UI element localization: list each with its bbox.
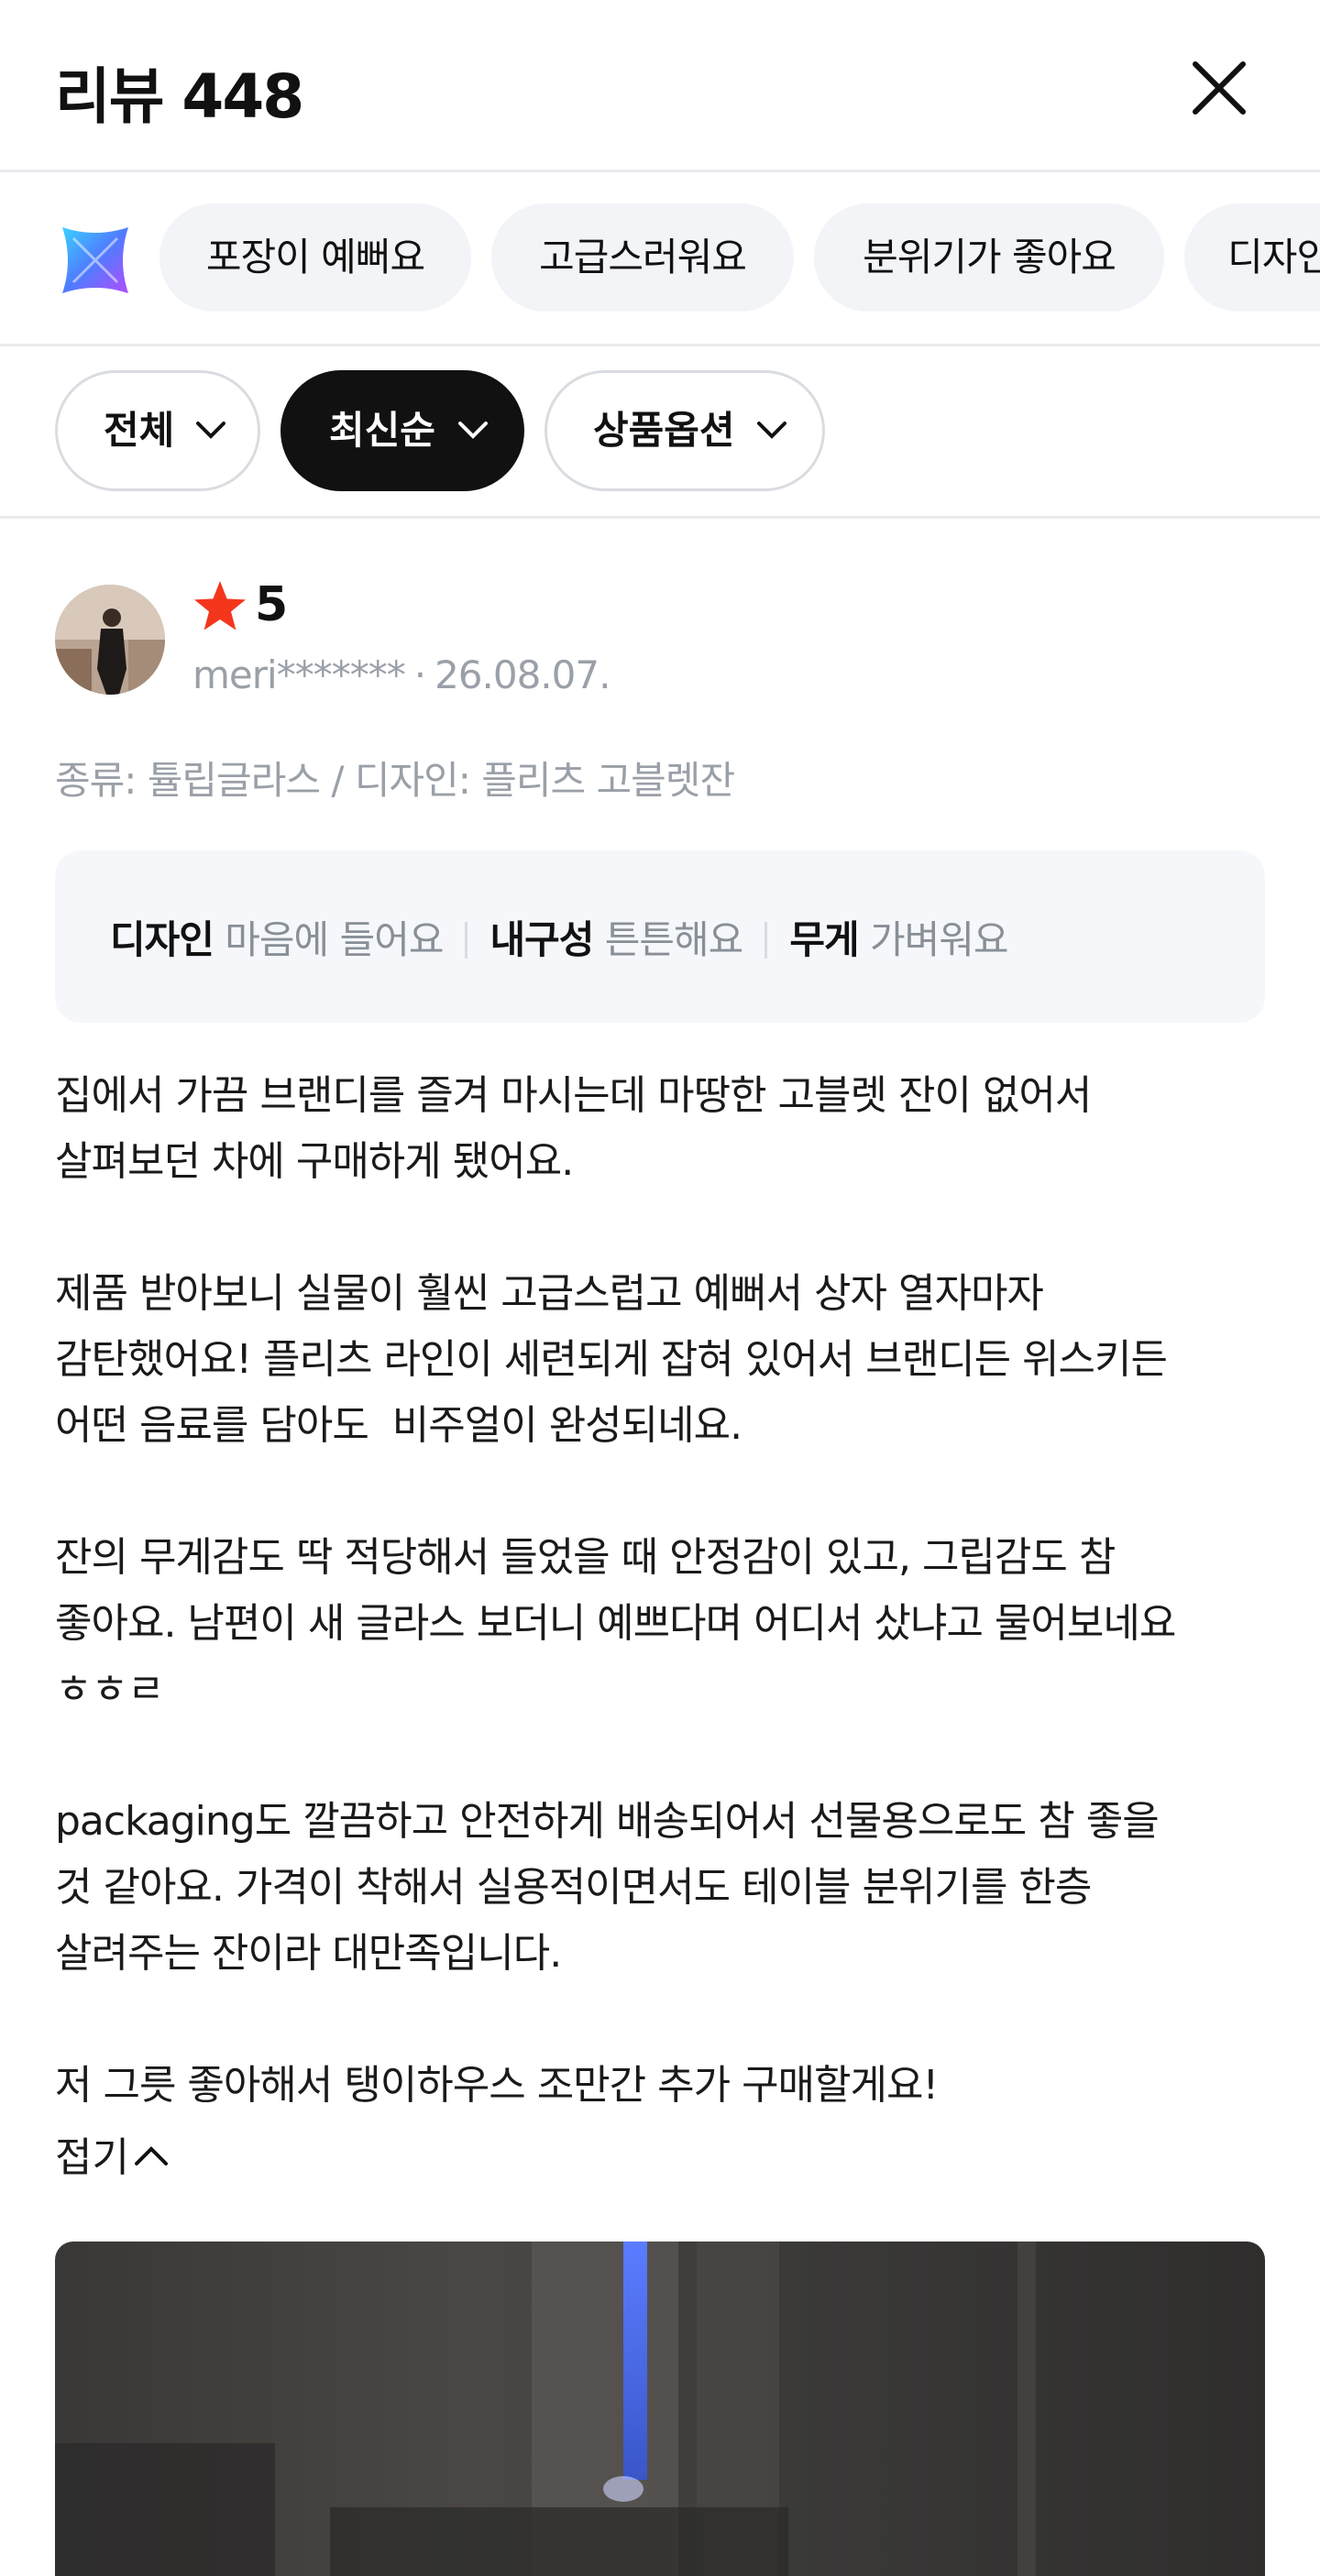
star-icon [194,581,246,630]
review-body: 집에서 가끔 브랜디를 즐겨 마시는데 마땅한 고블렛 잔이 없어서 살펴보던 … [55,1063,1283,2119]
attribute-value: 가벼워요 [869,917,1009,962]
close-icon[interactable] [1182,51,1256,125]
filter-label: 전체 [104,408,175,453]
paragraph-spacer [55,1723,1283,1789]
chevron-down-icon [458,422,488,439]
attribute-summary: 디자인 마음에 들어요 내구성 튼튼해요 무게 가벼워요 [55,850,1265,1023]
filter-all-dropdown[interactable]: 전체 [55,370,260,491]
review-paragraph: 저 그릇 좋아해서 탱이하우스 조만간 추가 구매할게요! [55,2062,939,2109]
fold-label: 접기 [55,2134,129,2181]
attribute-name: 디자인 [110,917,214,962]
purchased-option: 종류: 튤립글라스 / 디자인: 플리츠 고블렛잔 [55,758,735,803]
paragraph-spacer [55,1987,1283,2053]
attribute-value: 마음에 들어요 [225,917,444,962]
attribute-name: 무게 [789,917,859,962]
review-paragraph: 집에서 가끔 브랜디를 즐겨 마시는데 마땅한 고블렛 잔이 없어서 살펴보던 … [55,1072,1092,1185]
filter-bar: 전체 최신순 상품옵션 [0,346,1320,519]
filter-label: 최신순 [329,408,435,453]
page-title: 리뷰 448 [55,61,304,132]
header: 리뷰 448 [0,0,1320,172]
filter-label: 상품옵션 [593,408,735,453]
review-paragraph: 잔의 무게감도 딱 적당해서 들었을 때 안정감이 있고, 그립감도 참 좋아요… [55,1534,1176,1713]
avatar [55,585,165,695]
divider [764,922,768,959]
review-paragraph: 제품 받아보니 실물이 훨씬 고급스럽고 예뻐서 상자 열자마자 감탄했어요! … [55,1270,1168,1449]
chevron-up-icon [134,2146,168,2165]
paragraph-spacer [55,1459,1283,1525]
keyword-chip-bar: 포장이 예뻐요 고급스러워요 분위기가 좋아요 디자인이 예뻐요 [0,172,1320,346]
keyword-chip[interactable]: 포장이 예뻐요 [160,203,471,312]
chevron-down-icon [196,422,226,439]
divider [465,922,468,959]
chevron-down-icon [757,422,786,439]
filter-sort-dropdown[interactable]: 최신순 [280,370,524,491]
reviewer-name: meri******* [192,652,406,697]
ai-sparkle-icon [62,227,128,293]
filter-option-dropdown[interactable]: 상품옵션 [544,370,825,491]
review-date: 26.08.07. [434,652,610,697]
paragraph-spacer [55,1195,1283,1261]
rating-value: 5 [255,577,289,632]
keyword-chip[interactable]: 분위기가 좋아요 [814,203,1164,312]
review-meta: meri******* · 26.08.07. [192,652,610,697]
separator-dot: · [413,652,426,697]
attribute-value: 튼튼해요 [604,917,744,962]
review-photo[interactable] [55,2242,1265,2576]
review-paragraph: packaging도 깔끔하고 안전하게 배송되어서 선물용으로도 참 좋을 것… [55,1798,1160,1977]
keyword-chip[interactable]: 고급스러워요 [491,203,794,312]
attribute-name: 내구성 [490,917,594,962]
keyword-chip[interactable]: 디자인이 예뻐요 [1184,203,1320,312]
fold-button[interactable]: 접기 [55,2124,170,2183]
